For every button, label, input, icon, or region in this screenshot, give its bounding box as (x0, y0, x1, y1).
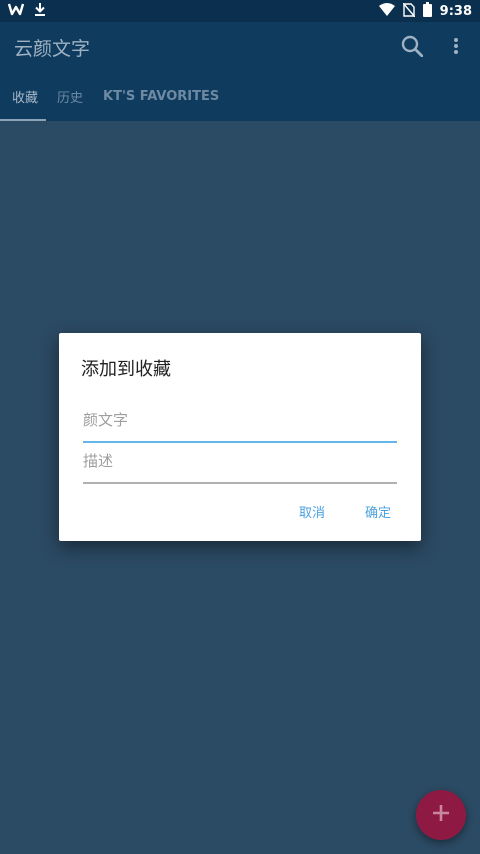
add-to-favorites-dialog: 添加到收藏 取消 确定 (59, 333, 421, 541)
no-sim-icon (402, 2, 416, 21)
wifi-icon (378, 3, 395, 20)
screen: 9:38 云颜文字 收藏 历史 KT'S FAVORITES 添加到收藏 颜文字… (0, 0, 480, 854)
tab-favorites[interactable]: 收藏 (12, 72, 38, 121)
confirm-button[interactable]: 确定 (365, 502, 391, 521)
status-bar-right: 9:38 (378, 2, 472, 21)
tab-kts-favorites[interactable]: KT'S FAVORITES (103, 72, 219, 121)
app-bar: 云颜文字 (0, 22, 480, 72)
more-vert-icon[interactable] (442, 32, 470, 60)
plus-icon (431, 803, 451, 827)
status-time: 9:38 (439, 4, 472, 19)
tab-history[interactable]: 历史 (57, 72, 83, 121)
app-bar-actions (398, 32, 470, 60)
tab-bar: 收藏 历史 KT'S FAVORITES (0, 72, 480, 121)
battery-icon (422, 2, 432, 21)
cancel-button[interactable]: 取消 (299, 502, 325, 521)
kaomoji-input[interactable] (83, 403, 397, 443)
status-bar-left (7, 2, 46, 20)
download-icon (34, 2, 46, 20)
app-title: 云颜文字 (14, 38, 91, 60)
search-icon[interactable] (398, 32, 426, 60)
dialog-actions: 取消 确定 (299, 502, 391, 521)
add-fab[interactable] (416, 790, 466, 840)
w-app-icon (7, 2, 25, 20)
description-input[interactable] (83, 444, 397, 484)
dialog-title: 添加到收藏 (81, 359, 171, 380)
status-bar: 9:38 (0, 0, 480, 22)
